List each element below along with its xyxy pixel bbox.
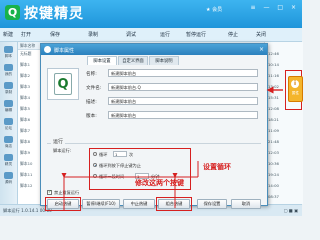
sidebar-item-sprite[interactable]: 精灵	[1, 162, 16, 167]
list-item[interactable]: 脚本2	[20, 73, 30, 79]
toolbar-record-button[interactable]: 录制	[88, 31, 98, 38]
sidebar-edit-icon[interactable]	[4, 100, 13, 107]
toolbar-new-button[interactable]: 新建	[3, 31, 13, 38]
toolbar-stop-button[interactable]: 停止	[228, 31, 238, 38]
list-item[interactable]: 脚本12	[20, 183, 32, 189]
list-item[interactable]: 脚本3	[20, 84, 30, 90]
toolbar-debug-button[interactable]: 调试	[126, 31, 136, 38]
toolbar-open-button[interactable]: 打开	[21, 31, 31, 38]
sidebar-forum-icon[interactable]	[4, 118, 13, 125]
sidebar-store-icon[interactable]	[4, 136, 13, 143]
desc-label: 描述:	[86, 100, 97, 105]
sidebar-script-icon[interactable]	[4, 46, 13, 53]
sidebar-item-script[interactable]: 脚本	[1, 54, 16, 59]
hotkey-annotation: 修改这两个按键	[135, 179, 184, 187]
sidebar-item-store[interactable]: 商店	[1, 144, 16, 149]
member-badge[interactable]: ★ 会员	[206, 6, 222, 13]
list-item[interactable]: 脚本4	[20, 95, 30, 101]
name-field[interactable]: 新建脚本前台	[108, 69, 258, 77]
sidebar-item-edit[interactable]: 编辑	[1, 108, 16, 113]
time-value: 12:03	[268, 150, 279, 155]
sidebar-sprite-icon[interactable]	[4, 154, 13, 161]
time-value: 13:02	[268, 84, 279, 89]
tab-script-settings[interactable]: 脚本设置	[87, 56, 117, 65]
run-section-title: 运行	[51, 138, 66, 145]
time-value: 21:48	[268, 139, 279, 144]
time-value: 10:36	[268, 161, 279, 166]
time-column: 12:46 10:14 11:16 13:02 15:31 12:08 18:2…	[264, 42, 303, 204]
pause-hotkey-button[interactable]: 暂停/继续(F10)	[82, 199, 120, 209]
toolbar-close-button[interactable]: 关闭	[256, 31, 266, 38]
list-item[interactable]: 脚本6	[20, 117, 30, 123]
sidebar-record-icon[interactable]	[4, 82, 13, 89]
sidebar-item-record[interactable]: 录制	[1, 90, 16, 95]
dialog-title-bar: 脚本属性 ×	[41, 44, 267, 55]
repeat-label: 脚本运行:	[53, 148, 72, 153]
time-value: 14:00	[268, 183, 279, 188]
title-bar: Q 按键精灵 ★ 会员 ≡ — □ ×	[0, 0, 302, 28]
version-field[interactable]: 新建脚本前台	[108, 111, 258, 119]
time-value: 15:31	[268, 95, 279, 100]
list-item[interactable]: 脚本9	[20, 150, 30, 156]
version-label: 版本:	[86, 114, 97, 119]
list-item[interactable]: 脚本11	[20, 172, 32, 178]
filename-label: 文件名:	[86, 86, 102, 91]
name-label: 名称:	[86, 72, 97, 77]
list-item[interactable]: 脚本7	[20, 128, 30, 134]
filename-field[interactable]: 新建脚本前台.Q	[108, 83, 258, 91]
list-item[interactable]: 脚本1	[20, 62, 30, 68]
script-icon-frame[interactable]: Q	[47, 68, 79, 100]
toolbar-run-button[interactable]: 运行	[160, 31, 170, 38]
time-value: 11:16	[268, 73, 279, 78]
sidebar-item-source[interactable]: 源码	[1, 180, 16, 185]
time-value: 08:37	[268, 194, 279, 199]
stop-hotkey-button[interactable]: 中止热键	[123, 199, 155, 209]
desc-field[interactable]: 新建脚本前台	[108, 97, 258, 105]
start-hotkey-button[interactable]: 启动热键	[47, 199, 79, 209]
time-value: 12:08	[268, 106, 279, 111]
dialog-info-icon	[44, 46, 51, 53]
combo-hotkey-button[interactable]: 组合热键	[158, 199, 190, 209]
time-value: 10:14	[268, 62, 279, 67]
info-icon: i	[291, 80, 299, 88]
time-value: 11:09	[268, 128, 279, 133]
time-value: 12:46	[268, 51, 279, 56]
sidebar-mine-icon[interactable]	[4, 64, 13, 71]
save-settings-button[interactable]: 保存设置	[197, 199, 227, 209]
sidebar: 脚本 我的 录制 编辑 论坛 商店 精灵 源码	[0, 42, 18, 204]
app-logo-icon: Q	[5, 5, 20, 20]
toolbar-save-button[interactable]: 保存	[50, 31, 60, 38]
time-value: 19:24	[268, 172, 279, 177]
toolbar-pause-button[interactable]: 暂停运行	[186, 31, 206, 38]
cancel-button[interactable]: 取消	[231, 199, 261, 209]
time-value: 18:21	[268, 117, 279, 122]
status-icons[interactable]: ▢ ■ ▣	[283, 208, 298, 213]
script-properties-button[interactable]: i 属性	[288, 76, 303, 102]
no-repeat-label: 禁止重复运行	[54, 190, 80, 195]
sidebar-item-mine[interactable]: 我的	[1, 72, 16, 77]
toolbar: 新建 打开 保存 录制 调试 运行 暂停运行 停止 关闭	[0, 28, 302, 42]
window-controls[interactable]: ≡ — □ ×	[251, 4, 299, 11]
loop-annotation: 设置循环	[203, 163, 231, 171]
tab-custom-ui[interactable]: 自定义界面	[118, 56, 148, 65]
sidebar-source-icon[interactable]	[4, 172, 13, 179]
script-q-icon: Q	[54, 73, 72, 95]
dialog-title: 脚本属性	[54, 47, 75, 54]
tab-script-desc[interactable]: 脚本说明	[149, 56, 179, 65]
app-title: 按键精灵	[24, 6, 84, 22]
list-item[interactable]: 脚本10	[20, 161, 32, 167]
properties-label: 属性	[291, 91, 300, 95]
list-item[interactable]: 脚本8	[20, 139, 30, 145]
list-item[interactable]: 脚本5	[20, 106, 30, 112]
list-item[interactable]: 无标题	[20, 51, 31, 57]
dialog-close-button[interactable]: ×	[259, 46, 264, 53]
no-repeat-checkbox[interactable]	[47, 190, 52, 195]
sidebar-item-forum[interactable]: 论坛	[1, 126, 16, 131]
list-header-label: 脚本名称	[20, 43, 36, 48]
